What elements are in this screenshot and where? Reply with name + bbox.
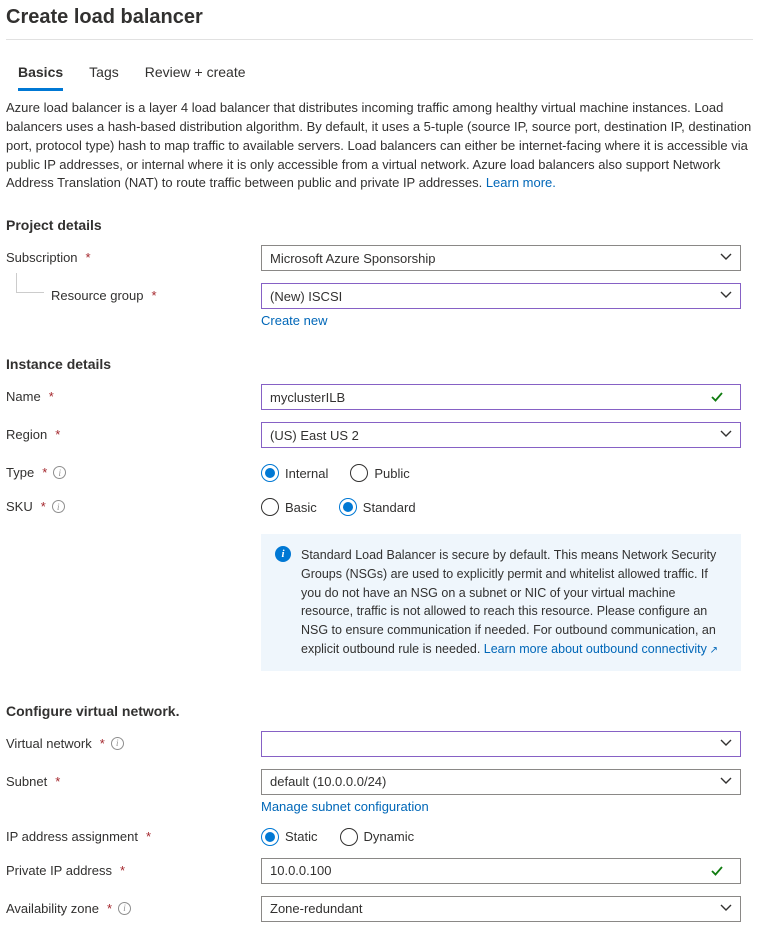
label-sku: SKU [6,499,33,514]
info-icon: i [275,546,291,562]
private-ip-input[interactable]: 10.0.0.100 [261,858,741,884]
required-icon: * [86,250,91,265]
resource-group-select[interactable]: (New) ISCSI [261,283,741,309]
sku-radio-group: Basic Standard [261,494,741,516]
required-icon: * [55,774,60,789]
label-region: Region [6,427,47,442]
subnet-value: default (10.0.0.0/24) [270,774,386,789]
manage-subnet-link[interactable]: Manage subnet configuration [261,799,429,814]
label-ip-assignment: IP address assignment [6,829,138,844]
required-icon: * [120,863,125,878]
section-project-details: Project details [6,217,753,233]
divider [6,39,753,40]
subscription-select[interactable]: Microsoft Azure Sponsorship [261,245,741,271]
type-internal-radio[interactable]: Internal [261,464,328,482]
sku-basic-label: Basic [285,500,317,515]
required-icon: * [42,465,47,480]
learn-more-link[interactable]: Learn more. [486,175,556,190]
region-value: (US) East US 2 [270,428,359,443]
sku-basic-radio[interactable]: Basic [261,498,317,516]
page-title: Create load balancer [6,6,753,29]
region-select[interactable]: (US) East US 2 [261,422,741,448]
infobox-text: Standard Load Balancer is secure by defa… [301,548,716,656]
create-new-link[interactable]: Create new [261,313,327,328]
label-resource-group: Resource group [51,288,144,303]
required-icon: * [100,736,105,751]
subscription-value: Microsoft Azure Sponsorship [270,251,435,266]
required-icon: * [49,389,54,404]
resource-group-value: (New) ISCSI [270,289,342,304]
type-public-label: Public [374,466,409,481]
ip-static-radio[interactable]: Static [261,828,318,846]
ip-dynamic-label: Dynamic [364,829,415,844]
tab-review-create[interactable]: Review + create [145,58,246,91]
info-icon[interactable]: i [118,902,131,915]
description-body: Azure load balancer is a layer 4 load ba… [6,100,751,190]
outbound-link[interactable]: Learn more about outbound connectivity [484,642,718,656]
tab-basics[interactable]: Basics [18,58,63,91]
virtual-network-select[interactable] [261,731,741,757]
tab-tags[interactable]: Tags [89,58,119,91]
sku-standard-radio[interactable]: Standard [339,498,416,516]
label-virtual-network: Virtual network [6,736,92,751]
required-icon: * [146,829,151,844]
info-icon[interactable]: i [111,737,124,750]
label-subnet: Subnet [6,774,47,789]
chevron-down-icon [720,901,732,916]
chevron-down-icon [720,736,732,751]
required-icon: * [55,427,60,442]
ip-assignment-radio-group: Static Dynamic [261,824,741,846]
availability-zone-select[interactable]: Zone-redundant [261,896,741,922]
label-subscription: Subscription [6,250,78,265]
sku-standard-label: Standard [363,500,416,515]
required-icon: * [152,288,157,303]
sku-info-box: i Standard Load Balancer is secure by de… [261,534,741,671]
label-private-ip: Private IP address [6,863,112,878]
label-type: Type [6,465,34,480]
description-text: Azure load balancer is a layer 4 load ba… [6,99,753,193]
ip-static-label: Static [285,829,318,844]
type-radio-group: Internal Public [261,460,741,482]
private-ip-value: 10.0.0.100 [270,863,331,878]
chevron-down-icon [720,428,732,443]
subnet-select[interactable]: default (10.0.0.0/24) [261,769,741,795]
section-configure-network: Configure virtual network. [6,703,753,719]
label-availability-zone: Availability zone [6,901,99,916]
required-icon: * [107,901,112,916]
availability-zone-value: Zone-redundant [270,901,363,916]
info-icon[interactable]: i [53,466,66,479]
tabs: Basics Tags Review + create [6,58,753,91]
required-icon: * [41,499,46,514]
name-input[interactable]: myclusterILB [261,384,741,410]
info-icon[interactable]: i [52,500,65,513]
type-public-radio[interactable]: Public [350,464,409,482]
chevron-down-icon [720,289,732,304]
chevron-down-icon [720,774,732,789]
type-internal-label: Internal [285,466,328,481]
label-name: Name [6,389,41,404]
tree-line-icon [16,273,44,293]
ip-dynamic-radio[interactable]: Dynamic [340,828,415,846]
section-instance-details: Instance details [6,356,753,372]
chevron-down-icon [720,251,732,266]
name-value: myclusterILB [270,390,345,405]
